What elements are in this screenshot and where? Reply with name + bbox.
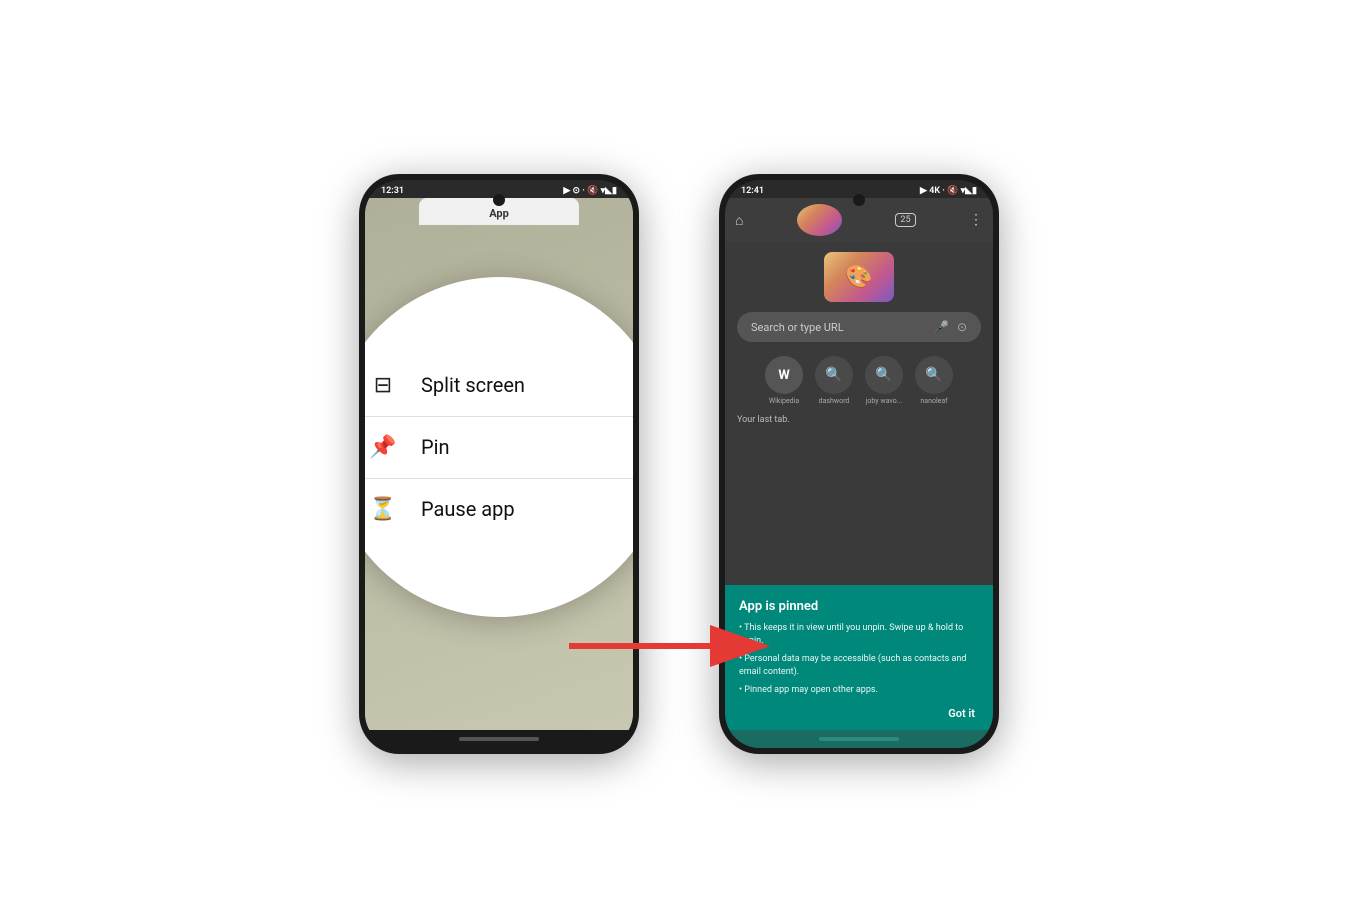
status-icons-left: ▶ ⊙ · 🔇 ▾◣▮ [563,186,617,196]
search-action-icons: 🎤 ⊙ [934,320,967,334]
shortcut-wikipedia[interactable]: W Wikipedia [765,356,803,405]
search-bar[interactable]: Search or type URL 🎤 ⊙ [737,312,981,342]
pinned-bullet-3: • Pinned app may open other apps. [739,684,979,698]
menu-item-pin[interactable]: 📌 Pin [365,417,633,479]
shortcut-joby[interactable]: 🔍 joby wavo... [865,356,903,405]
shortcut-dashword[interactable]: 🔍 dashword [815,356,853,405]
dashword-label: dashword [819,397,850,405]
home-indicator-right [725,730,993,748]
home-icon[interactable]: ⌂ [735,212,743,229]
context-menu-circle: ⊟ Split screen 📌 Pin ⏳ Pause app [365,277,633,617]
menu-item-pause-app[interactable]: ⏳ Pause app [365,479,633,540]
split-screen-label: Split screen [421,373,525,397]
nanoleaf-label: nanoleaf [920,397,947,405]
mic-icon[interactable]: 🎤 [934,320,949,334]
pause-app-label: Pause app [421,497,515,521]
app-name-partial: App [489,207,509,220]
pause-icon: ⏳ [369,497,397,522]
nanoleaf-icon: 🔍 [915,356,953,394]
menu-item-split-screen[interactable]: ⊟ Split screen [365,355,633,417]
home-bar-left [459,737,539,741]
joby-icon: 🔍 [865,356,903,394]
time-left: 12:31 [381,186,404,196]
pinned-title: App is pinned [739,599,979,614]
wikipedia-label: Wikipedia [769,397,799,405]
joby-label: joby wavo... [866,397,903,405]
doodle-small [797,204,842,236]
got-it-button[interactable]: Got it [739,707,979,720]
camera-notch-right [853,194,865,206]
last-tab-label: Your last tab. [737,415,790,425]
home-indicator-left [365,730,633,748]
arrow-container [569,624,789,673]
shortcut-nanoleaf[interactable]: 🔍 nanoleaf [915,356,953,405]
wikipedia-icon: W [765,356,803,394]
pin-label: Pin [421,435,450,459]
split-screen-icon: ⊟ [369,373,397,398]
pin-icon: 📌 [369,435,397,460]
camera-notch [493,194,505,206]
lens-icon[interactable]: ⊙ [957,320,967,334]
tabs-count[interactable]: 25 [895,213,915,227]
arrow-svg [569,624,789,669]
new-tab-area: 🎨 Search or type URL 🎤 ⊙ [725,242,993,585]
dashword-icon: 🔍 [815,356,853,394]
google-doodle: 🎨 [824,252,894,302]
time-right: 12:41 [741,186,764,196]
status-icons-right: ▶ 4K · 🔇 ▾◣▮ [920,186,977,196]
shortcuts-row: W Wikipedia 🔍 dashword 🔍 joby wavo... [765,356,953,405]
home-bar-right [819,737,899,741]
main-scene: 12:31 ▶ ⊙ · 🔇 ▾◣▮ App [0,0,1358,908]
more-menu-icon[interactable]: ⋮ [969,212,983,228]
search-placeholder: Search or type URL [751,321,844,334]
